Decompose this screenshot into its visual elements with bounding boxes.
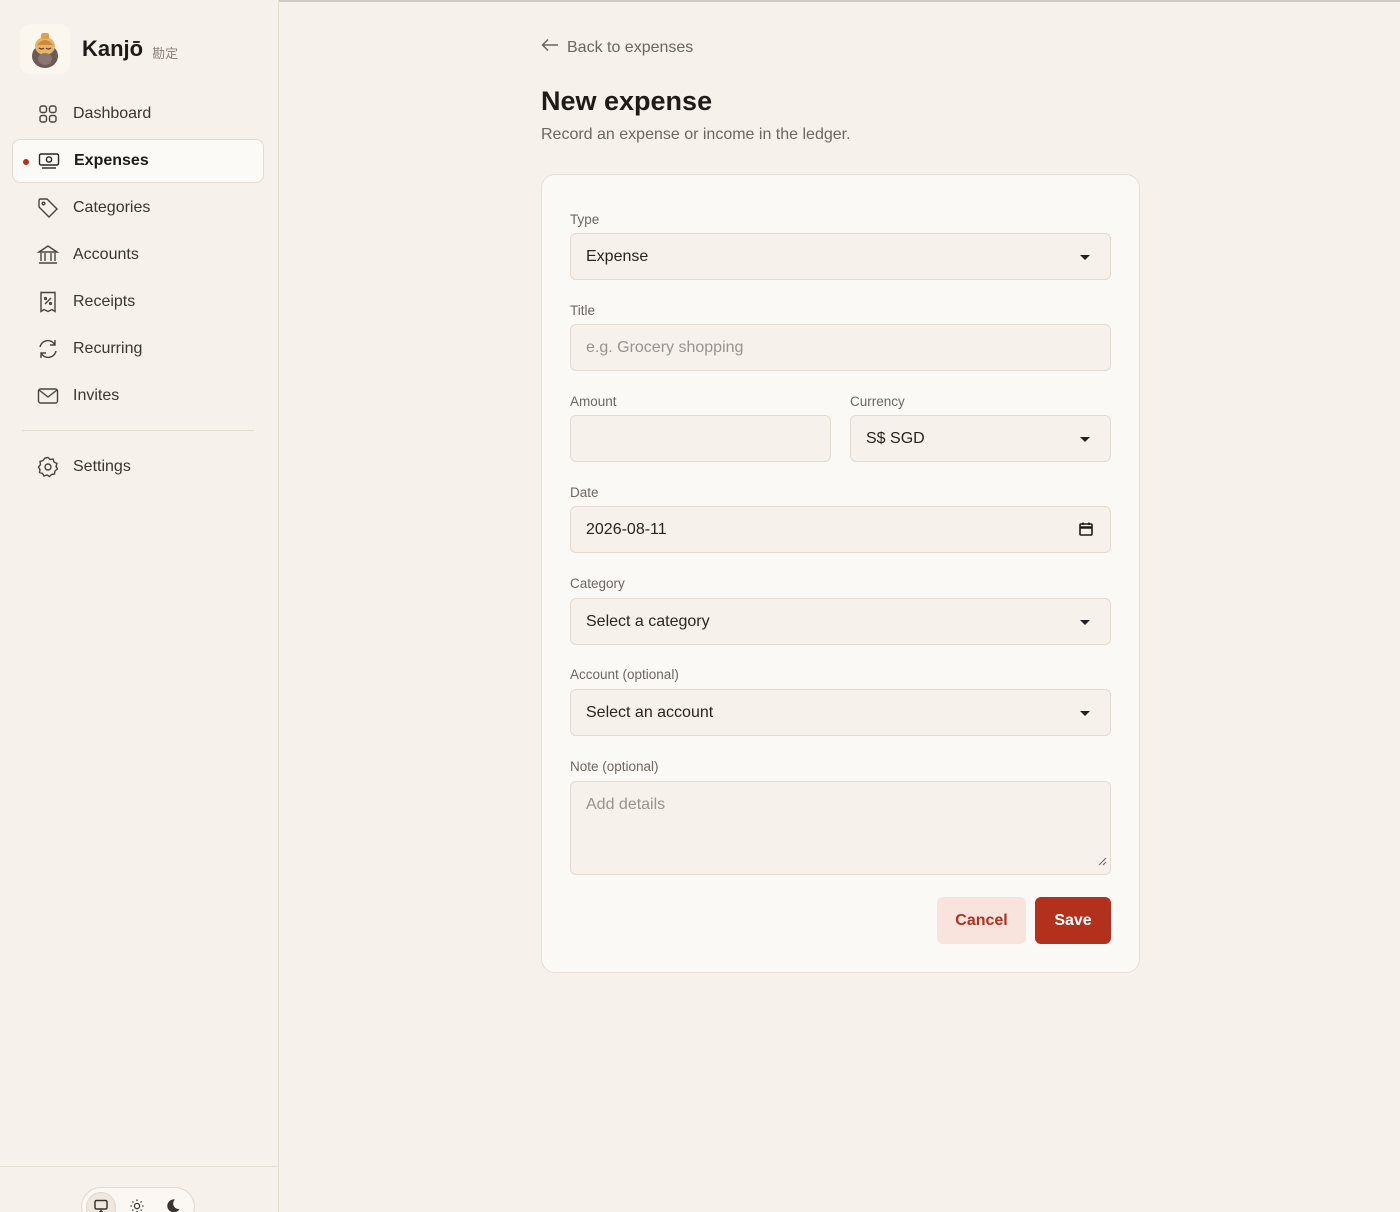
app-name: Kanjō [82, 36, 144, 61]
new-expense-form: Type Expense Title e.g. Grocery shopping… [541, 174, 1140, 973]
bank-icon [36, 243, 60, 267]
type-select-value: Expense [586, 247, 649, 265]
account-select[interactable]: Select an account [570, 689, 1111, 736]
cancel-button[interactable]: Cancel [937, 897, 1026, 944]
account-label: Account (optional) [570, 667, 679, 682]
grid-icon [36, 102, 60, 126]
date-label: Date [570, 485, 599, 500]
category-label: Category [570, 576, 625, 591]
moon-icon [165, 1198, 181, 1212]
currency-select[interactable]: S$ SGD [850, 415, 1111, 462]
currency-select-value: S$ SGD [866, 429, 925, 447]
chevron-down-icon [1080, 437, 1090, 442]
resize-handle-icon[interactable] [1098, 853, 1107, 871]
category-select[interactable]: Select a category [570, 598, 1111, 645]
sidebar-item-accounts[interactable]: Accounts [12, 233, 264, 277]
sidebar-item-label: Expenses [74, 152, 149, 169]
sidebar-item-label: Accounts [73, 246, 139, 263]
app-subtitle: 勘定 [152, 46, 179, 62]
type-label: Type [570, 212, 600, 227]
theme-system-button[interactable] [86, 1192, 117, 1212]
sidebar-nav: Dashboard Expenses Categories Accounts R… [12, 92, 264, 492]
theme-light-button[interactable] [122, 1192, 152, 1212]
sidebar-item-invites[interactable]: Invites [12, 374, 264, 418]
sidebar-item-receipts[interactable]: Receipts [12, 280, 264, 324]
sidebar-item-dashboard[interactable]: Dashboard [12, 92, 264, 136]
chevron-down-icon [1080, 620, 1090, 625]
back-to-expenses-link[interactable]: Back to expenses [541, 38, 693, 57]
date-input[interactable]: 2026-08-11 [570, 506, 1111, 553]
arrow-left-icon [541, 38, 567, 57]
sidebar: Kanjō 勘定 Dashboard Expenses Categories A… [0, 0, 279, 1212]
tag-icon [36, 196, 60, 220]
category-select-value: Select a category [586, 612, 710, 630]
brand[interactable]: Kanjō 勘定 [20, 24, 178, 74]
title-input-placeholder: e.g. Grocery shopping [586, 338, 744, 356]
sidebar-item-label: Dashboard [73, 105, 152, 122]
sidebar-item-recurring[interactable]: Recurring [12, 327, 264, 371]
sun-icon [129, 1198, 145, 1212]
note-textarea[interactable]: Add details [570, 781, 1111, 875]
sidebar-item-label: Invites [73, 387, 120, 404]
save-button[interactable]: Save [1035, 897, 1111, 944]
date-input-value: 2026-08-11 [586, 520, 667, 538]
currency-label: Currency [850, 394, 905, 409]
type-select[interactable]: Expense [570, 233, 1111, 280]
calendar-icon[interactable] [1078, 521, 1094, 542]
monitor-icon [93, 1198, 109, 1212]
theme-toggle [81, 1187, 195, 1212]
mail-icon [36, 384, 60, 408]
title-input[interactable]: e.g. Grocery shopping [570, 324, 1111, 371]
active-indicator [23, 159, 29, 165]
refresh-icon [36, 337, 60, 361]
app-logo [20, 24, 70, 74]
sidebar-item-expenses[interactable]: Expenses [12, 139, 264, 183]
page-title: New expense [541, 86, 713, 116]
sidebar-divider [22, 430, 254, 431]
gear-icon [36, 455, 60, 479]
title-label: Title [570, 303, 596, 318]
sidebar-item-categories[interactable]: Categories [12, 186, 264, 230]
sidebar-footer [0, 1166, 278, 1212]
sidebar-item-settings[interactable]: Settings [12, 445, 264, 489]
chevron-down-icon [1080, 255, 1090, 260]
note-textarea-placeholder: Add details [586, 796, 666, 813]
receipt-icon [36, 290, 60, 314]
sidebar-item-label: Receipts [73, 293, 136, 310]
page-subtitle: Record an expense or income in the ledge… [541, 126, 851, 143]
sidebar-item-label: Categories [73, 199, 151, 216]
theme-dark-button[interactable] [158, 1192, 188, 1212]
sidebar-item-label: Settings [73, 458, 131, 475]
back-link-label: Back to expenses [567, 38, 694, 56]
account-select-value: Select an account [586, 703, 714, 721]
sidebar-item-label: Recurring [73, 340, 143, 357]
amount-label: Amount [570, 394, 617, 409]
chevron-down-icon [1080, 711, 1090, 716]
amount-input[interactable] [570, 415, 831, 462]
note-label: Note (optional) [570, 759, 659, 774]
banknote-icon [37, 149, 61, 173]
